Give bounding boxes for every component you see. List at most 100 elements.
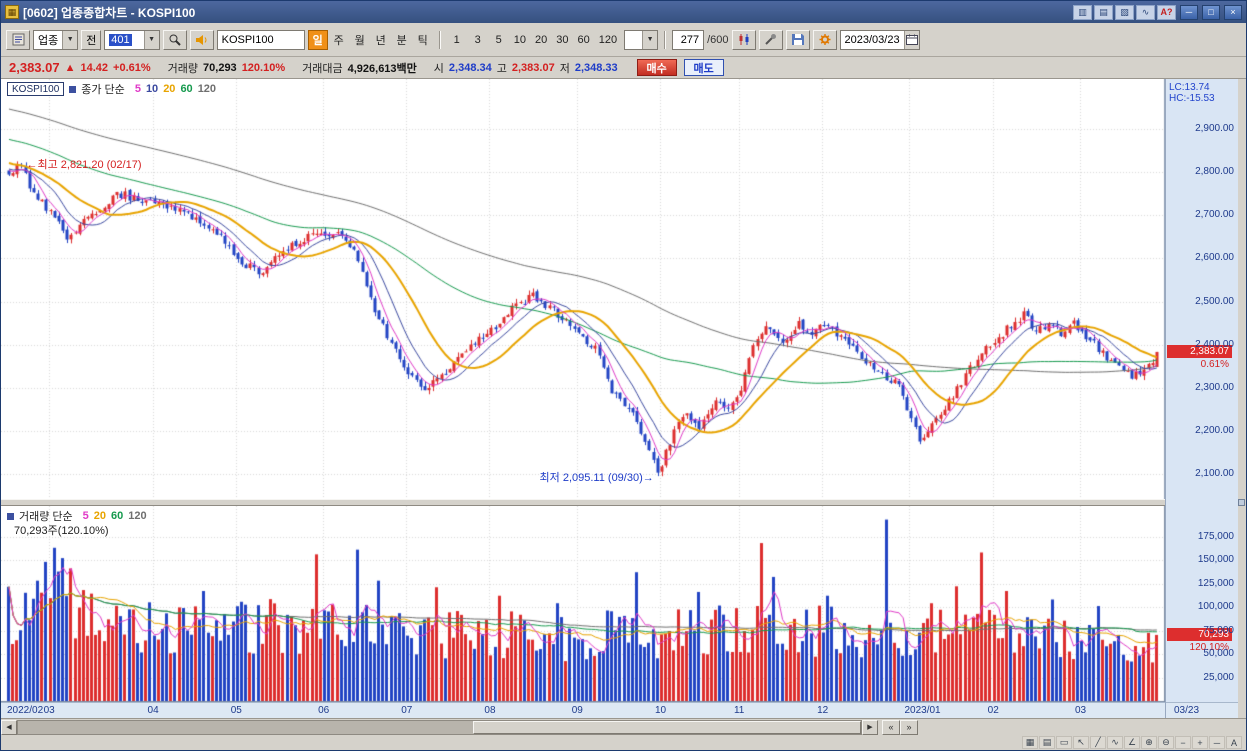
interval-button[interactable]: 1 (447, 30, 467, 50)
period-button[interactable]: 주 (329, 30, 349, 50)
board-icon[interactable]: ▧ (1115, 4, 1134, 20)
scroll-left-button[interactable]: ◀ (1, 719, 17, 735)
date-picker[interactable]: 2023/03/23 (839, 29, 920, 50)
multi-chart-icon[interactable]: ▤ (1039, 736, 1055, 749)
grid-icon[interactable]: ▦ (1022, 736, 1038, 749)
chart-region: KOSPI100 종가 단순 5 10 20 60 120 ←최고 2,821.20 (… (1, 79, 1246, 718)
bar-widen-icon[interactable]: + (1192, 736, 1208, 749)
cursor-icon[interactable]: ↖ (1073, 736, 1089, 749)
bottom-tool-row: ▦ ▤ ▭ ↖ ╱ ∿ ∠ ⊕ ⊖ − + ─ A (1, 735, 1246, 750)
volume-chart-canvas[interactable] (1, 506, 1165, 702)
axis-tick: 2,400.00 (1195, 338, 1234, 350)
sector-name-field[interactable]: KOSPI100 (216, 29, 305, 50)
axis-tick: 2,900.00 (1195, 123, 1234, 135)
scroll-right-button[interactable]: ▶ (862, 719, 878, 735)
sector-name-value: KOSPI100 (221, 33, 274, 46)
right-edge-strip (1238, 79, 1246, 718)
tools-icon[interactable] (758, 29, 783, 50)
interval-button[interactable]: 20 (531, 30, 551, 50)
interval-select[interactable]: ▼ (624, 29, 659, 50)
page-next-button[interactable]: » (900, 719, 918, 735)
chevron-down-icon[interactable]: ▼ (143, 30, 159, 49)
minimize-button[interactable]: ─ (1180, 4, 1198, 20)
volume-value: 70,293 (203, 61, 237, 74)
chart-tab-kospi100[interactable]: KOSPI100 (7, 82, 65, 96)
search-icon[interactable] (162, 29, 187, 50)
lc-label: LC:13.74 (1169, 82, 1210, 93)
high-annotation: ←최고 2,821.20 (02/17) (26, 159, 142, 171)
x-axis-month-label: 06 (318, 705, 330, 716)
speaker-icon[interactable] (189, 29, 214, 50)
bar-total-label: /600 (707, 33, 729, 46)
maximize-button[interactable]: □ (1202, 4, 1220, 20)
price-pane[interactable]: KOSPI100 종가 단순 5 10 20 60 120 ←최고 2,821.20 (… (1, 79, 1165, 499)
prev-button[interactable]: 전 (81, 29, 102, 50)
interval-button[interactable]: 120 (595, 30, 621, 50)
x-axis-month-label: 2022/02 (7, 705, 44, 716)
bar-count-input[interactable]: 277 (672, 29, 705, 50)
chevron-down-icon[interactable]: ▼ (642, 30, 658, 49)
period-button[interactable]: 년 (371, 30, 391, 50)
x-axis-month-label: 04 (147, 705, 159, 716)
code-input[interactable]: 401 ▼ (104, 29, 160, 50)
gear-icon[interactable] (812, 29, 837, 50)
screen-split-icon[interactable]: ▥ (1073, 4, 1092, 20)
bar-narrow-icon[interactable]: − (1175, 736, 1191, 749)
calendar-icon[interactable] (903, 30, 919, 49)
chevron-down-icon[interactable]: ▼ (62, 30, 78, 49)
scrollbar-thumb[interactable] (473, 720, 861, 734)
buy-button[interactable]: 매수 (636, 59, 677, 76)
chart-scrollbar-row: ◀ ▶ « » (1, 718, 1246, 735)
interval-button[interactable]: 5 (489, 30, 509, 50)
period-button[interactable]: 월 (350, 30, 370, 50)
trendline-icon[interactable]: ╱ (1090, 736, 1106, 749)
quick-menu-icon[interactable] (6, 29, 30, 50)
current-price: 2,383.07 (9, 60, 60, 75)
axis-tick: 125,000 (1197, 577, 1234, 589)
pane-splitter[interactable] (1, 499, 1165, 506)
interval-button[interactable]: 10 (510, 30, 530, 50)
change-percent: +0.61% (113, 61, 151, 74)
interval-button[interactable]: 30 (552, 30, 572, 50)
candle-style-icon[interactable] (731, 29, 756, 50)
volume-percent: 120.10% (241, 61, 286, 74)
panel-icon[interactable]: ▭ (1056, 736, 1072, 749)
x-axis-month-label: 03 (1074, 705, 1087, 716)
scrollbar-track[interactable] (17, 719, 862, 735)
line-tool-icon[interactable]: ─ (1209, 736, 1225, 749)
period-button[interactable]: 일 (307, 29, 328, 50)
period-button[interactable]: 틱 (413, 30, 433, 50)
wave-icon[interactable]: ∿ (1107, 736, 1123, 749)
close-button[interactable]: × (1224, 4, 1242, 20)
period-button[interactable]: 분 (392, 30, 412, 50)
angle-icon[interactable]: ∠ (1124, 736, 1140, 749)
volume-current-text: 70,293주(120.10%) (14, 525, 109, 537)
amount-label: 거래대금 (302, 62, 343, 75)
new-window-icon[interactable]: ▤ (1094, 4, 1113, 20)
axis-tick: 2,100.00 (1195, 467, 1234, 479)
font-size-icon[interactable]: A? (1157, 4, 1176, 20)
x-axis-month-label: 11 (733, 705, 745, 716)
axis-tick: 25,000 (1203, 671, 1234, 683)
text-tool-icon[interactable]: A (1226, 736, 1242, 749)
volume-pane[interactable]: 거래량 단순 5 20 60 120 70,293주(120.10%) (1, 506, 1165, 702)
axis-tick: 2,200.00 (1195, 424, 1234, 436)
x-axis-month-label: 09 (571, 705, 583, 716)
interval-buttons: 1 3 5 10 20 30 60 120 (447, 30, 621, 50)
period-buttons: 일주월년분틱 (307, 29, 433, 50)
high-label: 고 (496, 62, 507, 75)
page-prev-button[interactable]: « (882, 719, 900, 735)
price-axis[interactable]: LC:13.74 HC:-15.53 2,383.07 0.61% 70,293… (1165, 79, 1238, 718)
mini-chart-icon[interactable]: ∿ (1136, 4, 1155, 20)
sell-button[interactable]: 매도 (683, 59, 724, 76)
sector-select[interactable]: 업종 ▼ (33, 29, 79, 50)
interval-button[interactable]: 60 (573, 30, 593, 50)
divider (664, 30, 667, 49)
x-axis-month-label: 2023/01 (904, 705, 941, 716)
splitter-handle[interactable] (1238, 499, 1245, 506)
save-icon[interactable] (785, 29, 810, 50)
zoom-out-icon[interactable]: ⊖ (1158, 736, 1174, 749)
zoom-in-icon[interactable]: ⊕ (1141, 736, 1157, 749)
interval-button[interactable]: 3 (468, 30, 488, 50)
price-chart-canvas[interactable] (1, 79, 1165, 499)
